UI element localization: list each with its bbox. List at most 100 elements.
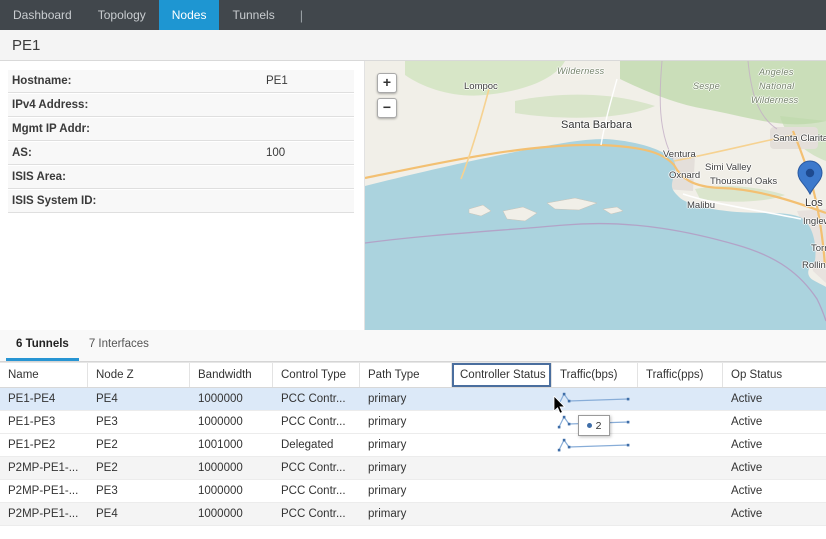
cell-control-type: PCC Contr...: [273, 388, 360, 410]
top-nav: Dashboard Topology Nodes Tunnels |: [0, 0, 826, 30]
cell-traffic-bps: [552, 480, 638, 502]
tunnel-row-pe1-pe4[interactable]: PE1-PE4 PE4 1000000 PCC Contr... primary…: [0, 388, 826, 411]
tab-tunnels[interactable]: 6 Tunnels: [6, 330, 79, 361]
map-label-malibu: Malibu: [687, 200, 715, 211]
cell-controller-status: [452, 457, 552, 479]
zoom-in-button[interactable]: +: [377, 73, 397, 93]
cell-control-type: PCC Contr...: [273, 480, 360, 502]
detail-value: PE1: [266, 70, 288, 92]
cell-op-status: Active: [723, 480, 826, 502]
map-label-angeles: Angeles: [759, 67, 794, 77]
map-label-santa-barbara: Santa Barbara: [561, 119, 632, 131]
column-header-bandwidth[interactable]: Bandwidth: [190, 363, 273, 387]
cell-name: PE1-PE3: [0, 411, 88, 433]
map-label-torrance: Torran: [811, 243, 826, 254]
detail-label: Hostname:: [8, 75, 71, 87]
column-header-node-z[interactable]: Node Z: [88, 363, 190, 387]
nav-item-tunnels-label: Tunnels: [232, 8, 274, 22]
tab-tunnels-label: 6 Tunnels: [16, 338, 69, 350]
cell-traffic-pps: [638, 388, 723, 410]
cell-op-status: Active: [723, 457, 826, 479]
tooltip-series-dot: [587, 423, 592, 428]
cell-op-status: Active: [723, 388, 826, 410]
detail-row-isis-area: ISIS Area:: [8, 166, 354, 189]
cell-controller-status: [452, 503, 552, 525]
cell-controller-status: [452, 411, 552, 433]
cell-node-z: PE2: [88, 457, 190, 479]
column-header-traffic-pps[interactable]: Traffic(pps): [638, 363, 723, 387]
nav-separator: |: [288, 0, 315, 30]
cell-bandwidth: 1001000: [190, 434, 273, 456]
map-label-wilderness-1: Wilderness: [557, 66, 604, 76]
detail-row-hostname: Hostname: PE1: [8, 70, 354, 93]
page-header: PE1: [0, 30, 826, 61]
nav-item-dashboard[interactable]: Dashboard: [0, 0, 85, 30]
cell-path-type: primary: [360, 434, 452, 456]
column-header-control-type[interactable]: Control Type: [273, 363, 360, 387]
map-label-los: Los: [805, 197, 823, 209]
cell-bandwidth: 1000000: [190, 388, 273, 410]
cell-node-z: PE3: [88, 411, 190, 433]
traffic-sparkline[interactable]: [556, 391, 634, 407]
cell-traffic-bps: [552, 434, 638, 456]
cell-path-type: primary: [360, 388, 452, 410]
nav-item-nodes[interactable]: Nodes: [159, 0, 220, 30]
cell-name: P2MP-PE1-...: [0, 503, 88, 525]
cell-name: PE1-PE2: [0, 434, 88, 456]
cell-node-z: PE3: [88, 480, 190, 502]
cell-traffic-bps: [552, 503, 638, 525]
map-label-sespe: Sespe: [693, 81, 720, 91]
cell-traffic-pps: [638, 503, 723, 525]
cell-traffic-pps: [638, 434, 723, 456]
column-header-op-status[interactable]: Op Status: [723, 363, 826, 387]
map-label-simi-valley: Simi Valley: [705, 162, 751, 173]
cell-traffic-pps: [638, 411, 723, 433]
tunnel-row-p2mp-pe2[interactable]: P2MP-PE1-... PE2 1000000 PCC Contr... pr…: [0, 457, 826, 480]
cell-bandwidth: 1000000: [190, 503, 273, 525]
sparkline-tooltip: 2: [578, 415, 610, 436]
nav-item-topology[interactable]: Topology: [85, 0, 159, 30]
map-label-national: National: [759, 81, 794, 91]
cell-control-type: PCC Contr...: [273, 411, 360, 433]
tunnel-row-pe1-pe2[interactable]: PE1-PE2 PE2 1001000 Delegated primary Ac…: [0, 434, 826, 457]
map-label-inglewood: Inglew: [803, 216, 826, 227]
node-details-panel: Hostname: PE1 IPv4 Address: Mgmt IP Addr…: [0, 61, 365, 330]
map-label-santa-clarita: Santa Clarita: [773, 133, 826, 144]
tab-interfaces[interactable]: 7 Interfaces: [79, 330, 159, 361]
tunnel-row-p2mp-pe4[interactable]: P2MP-PE1-... PE4 1000000 PCC Contr... pr…: [0, 503, 826, 526]
map-label-oxnard: Oxnard: [669, 170, 700, 181]
cell-op-status: Active: [723, 411, 826, 433]
detail-row-isis-system-id: ISIS System ID:: [8, 190, 354, 213]
column-header-traffic-bps[interactable]: Traffic(bps): [552, 363, 638, 387]
cell-traffic-pps: [638, 480, 723, 502]
map-label-lompoc: Lompoc: [464, 81, 498, 92]
map-label-wilderness-2: Wilderness: [751, 95, 798, 105]
cell-controller-status: [452, 434, 552, 456]
detail-label: AS:: [8, 147, 32, 159]
cell-controller-status: [452, 480, 552, 502]
detail-tabs-bar: 6 Tunnels 7 Interfaces: [0, 330, 826, 362]
column-header-controller-status[interactable]: Controller Status: [452, 363, 552, 387]
map-label-rolling: Rolling: [802, 260, 826, 271]
detail-label: IPv4 Address:: [8, 99, 88, 111]
map-panel[interactable]: Wilderness Lompoc Sespe Angeles National…: [365, 61, 826, 330]
column-header-name[interactable]: Name: [0, 363, 88, 387]
cell-path-type: primary: [360, 480, 452, 502]
detail-value: 100: [266, 142, 285, 164]
column-header-path-type[interactable]: Path Type: [360, 363, 452, 387]
mouse-cursor-icon: [553, 396, 567, 416]
tunnel-row-p2mp-pe3[interactable]: P2MP-PE1-... PE3 1000000 PCC Contr... pr…: [0, 480, 826, 503]
detail-row-as: AS: 100: [8, 142, 354, 165]
cell-bandwidth: 1000000: [190, 411, 273, 433]
nav-item-tunnels[interactable]: Tunnels: [219, 0, 287, 30]
tunnels-table: Name Node Z Bandwidth Control Type Path …: [0, 362, 826, 526]
cell-controller-status: [452, 388, 552, 410]
tunnel-row-pe1-pe3[interactable]: PE1-PE3 PE3 1000000 PCC Contr... primary…: [0, 411, 826, 434]
traffic-sparkline[interactable]: [556, 437, 634, 453]
zoom-out-button[interactable]: −: [377, 98, 397, 118]
cell-bandwidth: 1000000: [190, 457, 273, 479]
table-body: PE1-PE4 PE4 1000000 PCC Contr... primary…: [0, 388, 826, 526]
nav-item-dashboard-label: Dashboard: [13, 8, 72, 22]
tab-interfaces-label: 7 Interfaces: [89, 338, 149, 350]
cell-node-z: PE2: [88, 434, 190, 456]
